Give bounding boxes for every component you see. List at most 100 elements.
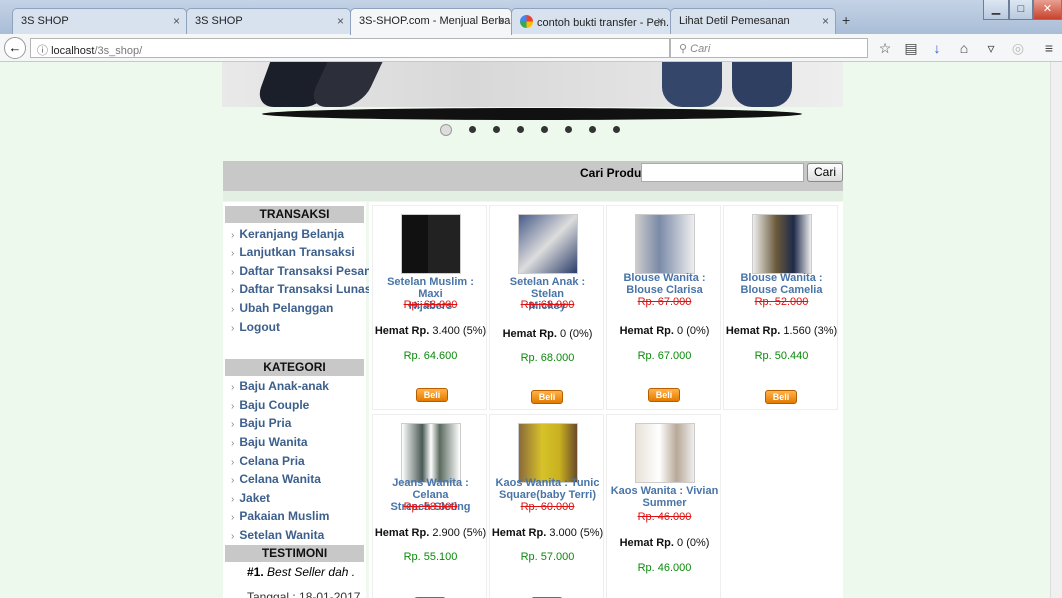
tab-3-active[interactable]: 3S-SHOP.com - Menjual Berba... × xyxy=(350,8,512,35)
product-image[interactable] xyxy=(518,423,578,483)
close-icon[interactable]: × xyxy=(173,14,180,28)
close-icon[interactable]: × xyxy=(822,14,829,28)
product-old-price: Rp. 52.000 xyxy=(754,296,809,308)
reading-list-icon[interactable]: ▤ xyxy=(902,40,920,57)
close-icon[interactable]: × xyxy=(657,14,664,28)
slider-dot[interactable] xyxy=(565,126,572,134)
buy-button[interactable]: Beli xyxy=(648,388,680,402)
extension-icon[interactable]: ◎ xyxy=(1009,40,1027,57)
product-old-price: Rp. 46.000 xyxy=(637,511,692,523)
product-image[interactable] xyxy=(635,423,695,483)
browser-toolbar: ← ⓘ localhost/3s_shop/ ↻ ⚲ Cari ☆ ▤ ↓ ⌂ … xyxy=(0,34,1062,62)
product-discount: Hemat Rp. 0 (0%) xyxy=(607,325,722,337)
chevron-right-icon: › xyxy=(231,531,235,542)
product-discount: Hemat Rp. 2.900 (5%) xyxy=(373,527,488,539)
chevron-right-icon: › xyxy=(231,323,235,334)
close-icon[interactable]: × xyxy=(498,14,505,28)
product-discount: Hemat Rp. 3.400 (5%) xyxy=(373,325,488,337)
product-name[interactable]: Blouse Wanita : Blouse Camelia xyxy=(726,272,837,296)
sidebar-item[interactable]: › Daftar Transaksi Lunas xyxy=(231,282,371,296)
minimize-icon[interactable]: ▁ xyxy=(983,0,1009,20)
sidebar-item-label: Lanjutkan Transaksi xyxy=(239,245,355,259)
download-icon[interactable]: ↓ xyxy=(928,40,946,56)
discount-label: Hemat Rp. xyxy=(374,527,430,539)
close-icon[interactable]: × xyxy=(337,14,344,28)
pocket-icon[interactable]: ▿ xyxy=(982,40,1000,57)
slider-dot[interactable] xyxy=(541,126,548,134)
sidebar-item[interactable]: › Daftar Transaksi Pesan xyxy=(231,264,371,278)
close-window-icon[interactable]: ✕ xyxy=(1033,0,1062,20)
product-image[interactable] xyxy=(401,214,461,274)
url-bar[interactable]: ⓘ localhost/3s_shop/ ↻ xyxy=(30,38,688,58)
sidebar-item-label: Daftar Transaksi Pesan xyxy=(239,264,372,278)
sidebar-heading-transaksi: TRANSAKSI xyxy=(225,206,364,223)
sidebar: TRANSAKSI › Keranjang Belanja › Lanjutkan … xyxy=(223,202,371,598)
product-name[interactable]: Blouse Wanita : Blouse Clarisa xyxy=(609,272,720,296)
back-arrow-icon[interactable]: ← xyxy=(4,37,26,59)
product-name-line1: Setelan Muslim : Maxi xyxy=(387,276,474,300)
tab-5[interactable]: Lihat Detil Pemesanan × xyxy=(670,8,836,34)
sidebar-item-label: Logout xyxy=(239,320,280,334)
buy-button[interactable]: Beli xyxy=(531,390,563,404)
sidebar-item-label: Celana Wanita xyxy=(239,472,321,486)
sidebar-item[interactable]: › Baju Anak-anak xyxy=(231,379,329,393)
sidebar-item[interactable]: › Keranjang Belanja xyxy=(231,227,344,241)
sidebar-item[interactable]: › Baju Wanita xyxy=(231,435,308,449)
banner-image xyxy=(222,62,843,107)
sidebar-item[interactable]: › Jaket xyxy=(231,491,270,505)
product-image[interactable] xyxy=(752,214,812,274)
testimonial: #1. Best Seller dah . xyxy=(247,565,355,579)
sidebar-item[interactable]: › Lanjutkan Transaksi xyxy=(231,245,355,259)
page-content: Cari Produk Cari TRANSAKSI › Keranjang Be… xyxy=(0,62,1050,598)
slider-dot[interactable] xyxy=(517,126,524,134)
sidebar-item[interactable]: › Celana Pria xyxy=(231,454,305,468)
product-old-price: Rp. 68.000 xyxy=(520,299,575,311)
tab-2[interactable]: 3S SHOP × xyxy=(186,8,351,34)
chevron-right-icon: › xyxy=(231,382,235,393)
search-input[interactable] xyxy=(641,163,804,182)
page-scrollbar[interactable] xyxy=(1050,62,1062,598)
product-name[interactable]: Kaos Wanita : Tunic Square(baby Terri) xyxy=(492,477,603,501)
product-discount: Hemat Rp. 0 (0%) xyxy=(607,537,722,549)
buy-button[interactable]: Beli xyxy=(765,390,797,404)
banner-shadow xyxy=(262,108,802,120)
menu-icon[interactable]: ≡ xyxy=(1040,40,1058,56)
product-card: Setelan Muslim : Maxi Hijabers Rp. 68.000… xyxy=(372,205,487,410)
product-name[interactable]: Kaos Wanita : Vivian Summer xyxy=(609,485,720,509)
product-old-price: Rp. 67.000 xyxy=(637,296,692,308)
home-icon[interactable]: ⌂ xyxy=(955,40,973,56)
bookmark-star-icon[interactable]: ☆ xyxy=(876,40,894,57)
sidebar-item-label: Ubah Pelanggan xyxy=(239,301,334,315)
slider-dot[interactable] xyxy=(589,126,596,134)
sidebar-item[interactable]: › Baju Couple xyxy=(231,398,309,412)
discount-value: 0 (0%) xyxy=(560,328,593,340)
sidebar-item[interactable]: › Celana Wanita xyxy=(231,472,321,486)
product-image[interactable] xyxy=(518,214,578,274)
slider-dot[interactable] xyxy=(440,123,452,136)
sidebar-heading-kategori: KATEGORI xyxy=(225,359,364,376)
sidebar-item[interactable]: › Baju Pria xyxy=(231,416,291,430)
sidebar-item[interactable]: › Logout xyxy=(231,320,280,334)
maximize-icon[interactable]: □ xyxy=(1009,0,1033,20)
product-image[interactable] xyxy=(635,214,695,274)
tab-4[interactable]: contoh bukti transfer - Pen... × xyxy=(511,8,671,34)
slider-dot[interactable] xyxy=(613,126,620,134)
product-image[interactable] xyxy=(401,423,461,483)
sidebar-item[interactable]: › Pakaian Muslim xyxy=(231,509,329,523)
browser-search-input[interactable]: ⚲ Cari xyxy=(670,38,868,58)
search-button[interactable]: Cari xyxy=(807,163,843,182)
new-tab-icon[interactable]: + xyxy=(842,12,850,28)
slider-dot[interactable] xyxy=(493,126,500,134)
chevron-right-icon: › xyxy=(231,248,235,259)
product-discount: Hemat Rp. 0 (0%) xyxy=(490,328,605,340)
tab-1[interactable]: 3S SHOP × xyxy=(12,8,187,34)
product-old-price: Rp. 68.000 xyxy=(403,299,458,311)
url-path: /3s_shop/ xyxy=(94,45,143,57)
product-name-line1: Jeans Wanita : Celana xyxy=(392,477,469,501)
info-icon[interactable]: ⓘ xyxy=(37,45,48,57)
sidebar-item[interactable]: › Ubah Pelanggan xyxy=(231,301,333,315)
sidebar-item[interactable]: › Setelan Wanita xyxy=(231,528,324,542)
tab-title: Lihat Detil Pemesanan xyxy=(679,15,790,27)
slider-dot[interactable] xyxy=(469,126,476,134)
buy-button[interactable]: Beli xyxy=(416,388,448,402)
